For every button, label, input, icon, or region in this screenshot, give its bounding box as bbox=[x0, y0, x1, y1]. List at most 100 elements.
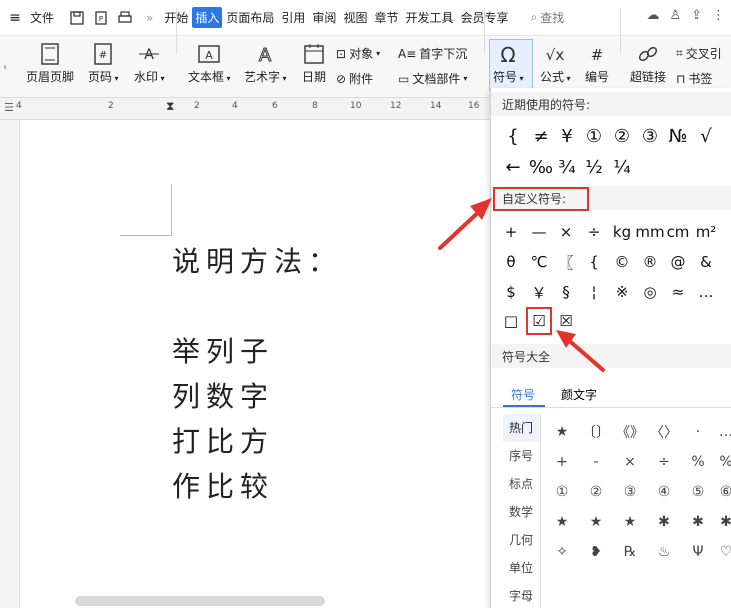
ribbon-scroll-left-icon[interactable]: ‹ bbox=[0, 36, 10, 98]
category-sequence[interactable]: 序号 bbox=[503, 442, 540, 470]
symbol-item[interactable]: ¾ bbox=[553, 153, 581, 181]
symbol-item[interactable]: — bbox=[525, 218, 553, 246]
grid-symbol[interactable]: ♨ bbox=[649, 538, 679, 566]
file-menu[interactable]: 文件 bbox=[30, 9, 54, 26]
symbol-item[interactable]: ¦ bbox=[580, 278, 608, 306]
symbol-item[interactable]: 〖 bbox=[552, 248, 580, 276]
category-geometry[interactable]: 几何 bbox=[503, 526, 540, 554]
symbol-item[interactable]: √ bbox=[692, 122, 720, 150]
symbol-item[interactable]: ② bbox=[608, 122, 636, 150]
category-hot[interactable]: 热门 bbox=[503, 414, 540, 442]
grid-symbol[interactable]: ⑤ bbox=[683, 478, 713, 506]
symbol-item[interactable]: + bbox=[497, 218, 525, 246]
more-options-icon[interactable]: ⋮ bbox=[712, 8, 725, 23]
bookmark-button[interactable]: ⊓ 书签 bbox=[676, 70, 712, 87]
symbol-item[interactable]: № bbox=[664, 122, 692, 150]
grid-symbol[interactable]: ✱ bbox=[683, 508, 713, 536]
attachment-button[interactable]: ⊘ 附件 bbox=[336, 70, 373, 87]
symbol-item[interactable]: ￥ bbox=[525, 278, 553, 306]
grid-symbol[interactable]: ÷ bbox=[649, 448, 679, 476]
cross-ref-button[interactable]: ⌗ 交叉引 bbox=[676, 45, 722, 62]
horizontal-scrollbar[interactable] bbox=[75, 596, 325, 606]
grid-symbol[interactable]: ③ bbox=[615, 478, 645, 506]
grid-symbol[interactable]: × bbox=[615, 448, 645, 476]
more-icon[interactable]: » bbox=[146, 11, 153, 25]
cloud-icon[interactable]: ☁ bbox=[646, 8, 659, 23]
tab-page-layout[interactable]: 页面布局 bbox=[223, 7, 277, 28]
symbol-item[interactable]: ÷ bbox=[580, 218, 608, 246]
grid-symbol[interactable]: ★ bbox=[581, 508, 611, 536]
grid-symbol[interactable]: + bbox=[547, 448, 577, 476]
tab-developer[interactable]: 开发工具 bbox=[402, 7, 456, 28]
symbol-button[interactable]: Ω 符号 ▾ bbox=[493, 42, 524, 85]
grid-symbol[interactable]: ② bbox=[581, 478, 611, 506]
symbol-item[interactable]: ≠ bbox=[527, 122, 555, 150]
grid-symbol[interactable]: 〈〉 bbox=[649, 418, 679, 446]
save-icon[interactable] bbox=[66, 7, 88, 29]
grid-symbol[interactable]: ❥ bbox=[581, 538, 611, 566]
grid-symbol[interactable]: - bbox=[581, 448, 611, 476]
grid-symbol[interactable]: · bbox=[683, 418, 713, 446]
doc-line-heading[interactable]: 说明方法： bbox=[172, 240, 342, 280]
doc-line[interactable]: 打比方 bbox=[172, 420, 274, 460]
symbol-item[interactable]: ≈ bbox=[664, 278, 692, 306]
watermark-button[interactable]: A 水印 ▾ bbox=[134, 42, 165, 85]
doc-parts-button[interactable]: ▭ 文档部件 ▾ bbox=[398, 70, 467, 87]
hyperlink-button[interactable]: 超链接 bbox=[630, 42, 666, 85]
header-footer-button[interactable]: 页眉页脚 bbox=[26, 42, 74, 85]
formula-button[interactable]: √x 公式 ▾ bbox=[540, 42, 571, 85]
symbol-item[interactable]: ※ bbox=[608, 278, 636, 306]
ruler-toggle-icon[interactable]: ☰ bbox=[4, 101, 14, 114]
symbol-item[interactable]: & bbox=[692, 248, 720, 276]
grid-symbol[interactable]: … bbox=[711, 418, 731, 446]
object-button[interactable]: ⊡ 对象 ▾ bbox=[336, 45, 380, 62]
grid-symbol[interactable]: ⑥ bbox=[711, 478, 731, 506]
grid-symbol[interactable]: ♡ bbox=[711, 538, 731, 566]
wordart-button[interactable]: A 艺术字 ▾ bbox=[244, 42, 287, 85]
grid-symbol[interactable]: ✧ bbox=[547, 538, 577, 566]
grid-symbol[interactable]: ✱ bbox=[711, 508, 731, 536]
checkbox-empty-symbol[interactable]: □ bbox=[497, 307, 525, 335]
grid-symbol[interactable]: 《》 bbox=[615, 418, 645, 446]
doc-line[interactable]: 作比较 bbox=[172, 465, 274, 505]
share-user-icon[interactable]: ♙ bbox=[669, 8, 681, 23]
export-icon[interactable]: P bbox=[90, 7, 112, 29]
grid-symbol[interactable]: ✱ bbox=[649, 508, 679, 536]
grid-symbol[interactable]: ★ bbox=[615, 508, 645, 536]
symbol-item[interactable]: ← bbox=[499, 153, 527, 181]
checkbox-crossed-symbol[interactable]: ☒ bbox=[552, 307, 580, 335]
doc-line[interactable]: 列数字 bbox=[172, 375, 274, 415]
symbol-item[interactable]: § bbox=[552, 278, 580, 306]
grid-symbol[interactable]: 〔〕 bbox=[581, 418, 611, 446]
date-button[interactable]: 日期 bbox=[302, 42, 326, 85]
symbol-item[interactable]: ℃ bbox=[525, 248, 553, 276]
symbol-item[interactable]: × bbox=[552, 218, 580, 246]
doc-line[interactable]: 举列子 bbox=[172, 330, 274, 370]
grid-symbol[interactable]: % bbox=[711, 448, 731, 476]
menu-icon[interactable]: ≡ bbox=[0, 10, 30, 26]
symbol-item[interactable]: ¼ bbox=[608, 153, 636, 181]
symbol-item[interactable]: ® bbox=[636, 248, 664, 276]
symbol-item[interactable]: … bbox=[692, 278, 720, 306]
tab-chapter[interactable]: 章节 bbox=[371, 7, 401, 28]
symbol-item[interactable]: ¥ bbox=[553, 122, 581, 150]
tab-symbols[interactable]: 符号 bbox=[511, 386, 535, 403]
grid-symbol[interactable]: % bbox=[683, 448, 713, 476]
grid-symbol[interactable]: Ψ bbox=[683, 538, 713, 566]
symbol-item[interactable]: ③ bbox=[636, 122, 664, 150]
tab-view[interactable]: 视图 bbox=[340, 7, 370, 28]
tab-references[interactable]: 引用 bbox=[278, 7, 308, 28]
textbox-button[interactable]: A 文本框 ▾ bbox=[188, 42, 231, 85]
tab-emoticons[interactable]: 颜文字 bbox=[561, 386, 597, 403]
grid-symbol[interactable]: ★ bbox=[547, 418, 577, 446]
tab-insert[interactable]: 插入 bbox=[192, 7, 223, 28]
symbol-item[interactable]: ‰ bbox=[527, 153, 555, 181]
symbol-item[interactable]: mm bbox=[635, 218, 664, 246]
tab-review[interactable]: 审阅 bbox=[309, 7, 339, 28]
grid-symbol[interactable]: ℞ bbox=[615, 538, 645, 566]
symbol-item[interactable]: ◎ bbox=[636, 278, 664, 306]
symbol-item[interactable]: m² bbox=[692, 218, 720, 246]
symbol-item[interactable]: @ bbox=[664, 248, 692, 276]
grid-symbol[interactable]: ④ bbox=[649, 478, 679, 506]
grid-symbol[interactable]: ★ bbox=[547, 508, 577, 536]
